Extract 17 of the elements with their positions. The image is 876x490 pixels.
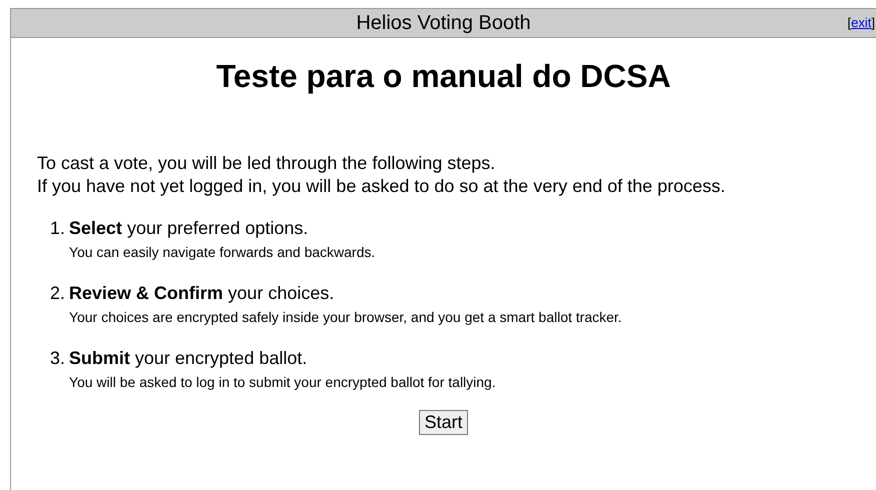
step-detail: You will be asked to log in to submit your encrypted ballot for tallying.: [69, 373, 496, 392]
step-number: 2.: [50, 282, 66, 305]
intro-text: If you have not yet logged in, you will be asked to do so at the very end of the process.: [37, 175, 726, 198]
step-text: Submit your encrypted ballot.: [69, 347, 308, 369]
step-detail: Your choices are encrypted safely inside your browser, and you get a smart ballot tracker.: [69, 308, 622, 327]
step-text: Review & Confirm your choices.: [69, 282, 334, 304]
bracket-text: [: [848, 15, 852, 30]
step-number: 1.: [50, 217, 66, 240]
exit-link[interactable]: exit: [851, 15, 872, 30]
bracket-text: ]: [871, 15, 875, 30]
step-number: 3.: [50, 347, 66, 370]
intro-text: To cast a vote, you will be led through the following steps.: [37, 152, 496, 175]
step-text: Select your preferred options.: [69, 217, 308, 239]
election-title: Teste para o manual do DCSA: [215, 57, 672, 96]
step-detail: You can easily navigate forwards and backwards.: [69, 243, 376, 262]
booth-title: Helios Voting Booth: [356, 12, 531, 34]
start-button[interactable]: Start: [419, 410, 468, 435]
